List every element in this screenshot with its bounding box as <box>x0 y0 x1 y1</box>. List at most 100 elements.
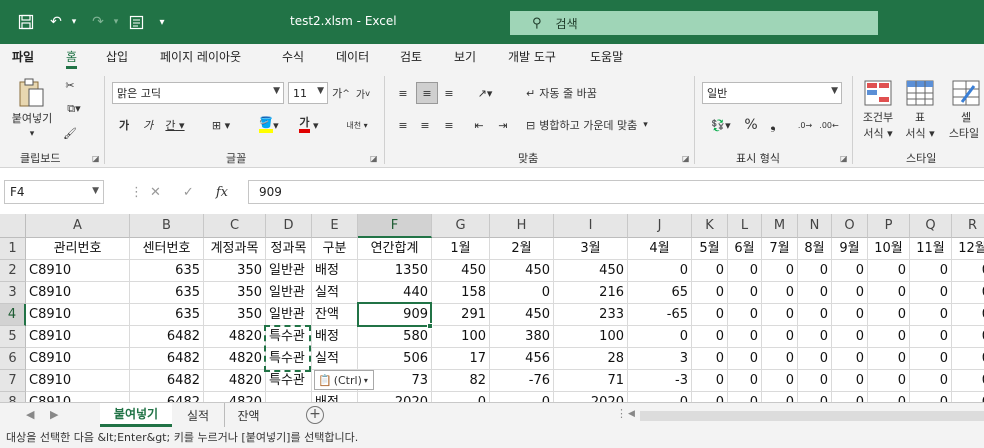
tab-home[interactable]: 홈 <box>66 48 78 69</box>
next-sheet-icon[interactable]: ▶ <box>50 408 58 421</box>
column-header[interactable]: E <box>312 214 358 238</box>
italic-button[interactable]: 가 <box>140 116 156 134</box>
cell[interactable]: 0 <box>728 348 762 370</box>
conditional-formatting-icon[interactable] <box>862 78 894 108</box>
tab-developer[interactable]: 개발 도구 <box>508 48 556 65</box>
undo-icon[interactable]: ↶ <box>44 11 68 33</box>
decrease-indent-icon[interactable]: ⇤ <box>470 116 488 134</box>
cancel-icon[interactable]: ✕ <box>150 185 161 200</box>
cell[interactable]: 0 <box>910 370 952 392</box>
cell[interactable]: 5월 <box>692 238 728 260</box>
cell[interactable]: 0 <box>832 392 868 402</box>
cell[interactable]: 450 <box>554 260 628 282</box>
cell[interactable]: 100 <box>554 326 628 348</box>
cell[interactable]: 0 <box>762 370 798 392</box>
cell[interactable]: 0 <box>952 260 984 282</box>
cell[interactable]: 0 <box>692 392 728 402</box>
cell[interactable]: 0 <box>952 370 984 392</box>
cell[interactable]: C8910 <box>26 370 130 392</box>
cell[interactable]: 센터번호 <box>130 238 204 260</box>
cell[interactable]: C8910 <box>26 326 130 348</box>
name-box[interactable]: F4 ▼ <box>4 180 104 204</box>
sheet-tab-actual[interactable]: 실적 <box>178 403 218 427</box>
cell[interactable]: 233 <box>554 304 628 326</box>
customize-toolbar-icon[interactable]: ▾ <box>154 11 170 33</box>
cell[interactable]: 291 <box>432 304 490 326</box>
increase-decimal-icon[interactable]: .0→ <box>794 116 816 134</box>
cell[interactable]: 0 <box>728 326 762 348</box>
tab-view[interactable]: 보기 <box>454 48 476 65</box>
cell[interactable]: 실적 <box>312 348 358 370</box>
column-header[interactable]: P <box>868 214 910 238</box>
cell[interactable]: 0 <box>728 370 762 392</box>
cell[interactable]: 0 <box>952 282 984 304</box>
cell[interactable]: 635 <box>130 304 204 326</box>
cell[interactable]: 0 <box>762 304 798 326</box>
cell[interactable]: 0 <box>832 282 868 304</box>
cell[interactable]: -76 <box>490 370 554 392</box>
cell[interactable]: C8910 <box>26 304 130 326</box>
paste-icon[interactable] <box>14 76 50 110</box>
decrease-decimal-icon[interactable]: .00← <box>818 116 840 134</box>
cell[interactable]: 4820 <box>204 370 266 392</box>
conditional-formatting-label[interactable]: 조건부 <box>858 110 898 124</box>
cell[interactable]: 0 <box>692 326 728 348</box>
format-as-table-label[interactable]: 표 <box>904 110 936 124</box>
underline-button[interactable]: 간 ▾ <box>162 116 188 134</box>
cell[interactable]: 0 <box>952 348 984 370</box>
tab-split-icon[interactable]: ⋮ <box>616 407 627 420</box>
conditional-formatting-label-2[interactable]: 서식 ▾ <box>858 126 898 141</box>
align-left-icon[interactable]: ≡ <box>394 116 412 134</box>
formula-input[interactable]: 909 <box>248 180 984 204</box>
cell[interactable]: 0 <box>798 370 832 392</box>
cell[interactable]: 0 <box>692 260 728 282</box>
cell[interactable]: 배정 <box>312 326 358 348</box>
paste-dropdown-icon[interactable]: ▾ <box>20 128 44 140</box>
horizontal-scrollbar[interactable] <box>640 411 984 421</box>
comma-style-icon[interactable]: ❟ <box>764 116 782 134</box>
cell[interactable]: 0 <box>762 260 798 282</box>
save-icon[interactable] <box>14 11 38 33</box>
cell[interactable]: 350 <box>204 260 266 282</box>
cell[interactable]: 0 <box>798 282 832 304</box>
cell[interactable]: 0 <box>628 326 692 348</box>
cell[interactable]: 0 <box>798 304 832 326</box>
cell[interactable]: 0 <box>490 392 554 402</box>
format-as-table-label-2[interactable]: 서식 ▾ <box>900 126 940 141</box>
fill-color-icon[interactable]: 🪣 ▾ <box>252 116 286 134</box>
column-header[interactable]: G <box>432 214 490 238</box>
align-right-icon[interactable]: ≡ <box>440 116 458 134</box>
cell[interactable]: 71 <box>554 370 628 392</box>
row-header[interactable]: 8 <box>0 392 26 402</box>
orientation-icon[interactable]: ↗▾ <box>470 84 500 102</box>
cell[interactable]: 9월 <box>832 238 868 260</box>
cell[interactable]: 6482 <box>130 370 204 392</box>
cell[interactable]: 0 <box>762 326 798 348</box>
cell[interactable]: 450 <box>490 260 554 282</box>
cell[interactable]: 4월 <box>628 238 692 260</box>
row-header[interactable]: 5 <box>0 326 26 348</box>
cut-icon[interactable]: ✂ <box>62 76 78 94</box>
sheet-tab-balance[interactable]: 잔액 <box>224 403 272 427</box>
cell[interactable]: 8월 <box>798 238 832 260</box>
scroll-left-icon[interactable]: ◀ <box>628 409 635 419</box>
select-all-corner[interactable] <box>0 214 26 238</box>
cell[interactable]: 28 <box>554 348 628 370</box>
font-name-combo[interactable]: 맑은 고딕 ▼ <box>112 82 284 104</box>
redo-icon[interactable]: ↷ <box>86 11 110 33</box>
font-launcher-icon[interactable]: ◪ <box>370 154 378 163</box>
grow-font-button[interactable]: 가 ^ <box>332 84 350 102</box>
cell[interactable]: 0 <box>910 282 952 304</box>
add-sheet-icon[interactable]: + <box>306 406 324 424</box>
cell[interactable]: 1350 <box>358 260 432 282</box>
cell[interactable]: 정과목 <box>266 238 312 260</box>
cell[interactable]: 0 <box>910 392 952 402</box>
cell[interactable]: 배정 <box>312 260 358 282</box>
phonetic-button[interactable]: 내천 ▾ <box>342 116 372 134</box>
font-size-combo[interactable]: 11 ▼ <box>288 82 328 104</box>
cell[interactable]: 4820 <box>204 348 266 370</box>
cell-styles-icon[interactable] <box>950 78 982 108</box>
cell[interactable]: 6482 <box>130 326 204 348</box>
cell[interactable]: 0 <box>628 392 692 402</box>
copy-icon[interactable]: ⧉▾ <box>62 100 86 118</box>
